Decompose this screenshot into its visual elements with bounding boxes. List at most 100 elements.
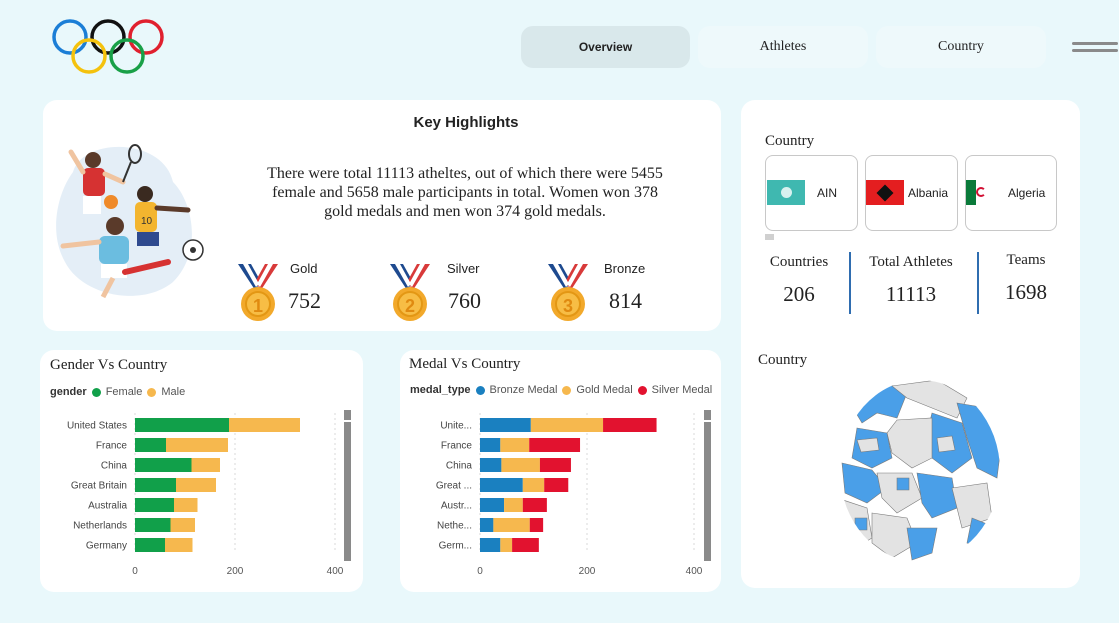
black-ring-icon — [90, 19, 126, 55]
bar-segment — [135, 538, 165, 552]
bar-segment — [530, 418, 604, 432]
country-tile-albania[interactable]: Albania — [865, 155, 958, 231]
category-label: Great ... — [436, 481, 472, 492]
legend-female-dot — [91, 387, 101, 397]
legend-gold-label: Gold Medal — [576, 384, 633, 396]
legend-bronze-dot — [475, 385, 485, 395]
legend-female-label: Female — [105, 386, 143, 398]
svg-text:10: 10 — [141, 216, 153, 227]
legend-title: medal_type — [410, 384, 471, 396]
bar-segment — [170, 518, 195, 532]
albania-flag-icon — [866, 180, 904, 205]
bar-segment — [512, 538, 539, 552]
category-label: France — [441, 441, 473, 452]
x-tick-label: 0 — [477, 566, 483, 577]
x-tick-label: 200 — [579, 566, 596, 577]
bronze-medal-stat: 3 Bronze 814 — [543, 260, 663, 324]
green-ring-icon — [109, 38, 145, 74]
tab-athletes[interactable]: Athletes — [698, 26, 868, 68]
bar-segment — [480, 458, 502, 472]
country-tile-algeria[interactable]: Algeria — [965, 155, 1057, 231]
scrollbar-thumb — [344, 422, 351, 561]
bar-segment — [500, 538, 513, 552]
silver-medal-number: 2 — [405, 296, 415, 316]
scrollbar-thumb — [704, 422, 711, 561]
bar-segment — [176, 478, 216, 492]
scrollbar-top — [704, 410, 711, 420]
kpi-athletes-label: Total Athletes — [869, 254, 953, 270]
kpi-separator — [849, 252, 851, 314]
tab-overview[interactable]: Overview — [521, 26, 690, 68]
tile-label: AIN — [817, 186, 838, 200]
bronze-value: 814 — [609, 288, 642, 313]
category-label: Great Britain — [71, 481, 127, 492]
bronze-medal-icon: 3 — [548, 264, 588, 321]
map-title: Country — [758, 352, 808, 368]
silver-medal-icon: 2 — [390, 264, 430, 321]
bar-segment — [165, 538, 193, 552]
category-label: United States — [67, 421, 127, 432]
bar-segment — [522, 498, 547, 512]
bar-segment — [480, 478, 523, 492]
bar-segment — [493, 518, 530, 532]
world-map-globe[interactable] — [837, 378, 1003, 564]
bronze-medal-number: 3 — [563, 296, 573, 316]
legend-gold-dot — [562, 385, 572, 395]
ain-flag-icon — [767, 180, 805, 205]
gold-label: Gold — [290, 261, 318, 276]
x-tick-label: 200 — [227, 566, 244, 577]
bar-segment — [135, 458, 192, 472]
x-tick-label: 0 — [132, 566, 138, 577]
tab-country[interactable]: Country — [876, 26, 1046, 68]
bar-segment — [501, 458, 540, 472]
key-highlights-card: Key Highlights 10 There were total 11113… — [43, 100, 721, 331]
bar-segment — [191, 458, 220, 472]
yellow-ring-icon — [71, 38, 107, 74]
country-tile-ain[interactable]: AIN — [765, 155, 858, 231]
bar-segment — [522, 478, 545, 492]
legend-male-dot — [147, 387, 157, 397]
legend-male-label: Male — [161, 386, 186, 398]
bar-segment — [544, 478, 569, 492]
bar-segment — [229, 418, 300, 432]
medal-chart-title: Medal Vs Country — [409, 356, 521, 372]
silver-medal-stat: 2 Silver 760 — [385, 260, 505, 324]
athletes-illustration: 10 — [56, 144, 204, 299]
category-label: Netherlands — [73, 521, 127, 532]
bar-segment — [539, 458, 571, 472]
bar-segment — [135, 498, 174, 512]
scrollbar-top — [344, 410, 351, 420]
menu-icon[interactable] — [1072, 42, 1118, 56]
category-label: Australia — [88, 501, 127, 512]
bar-segment — [135, 418, 229, 432]
bar-segment — [500, 438, 530, 452]
legend-silver-label: Silver Medal — [651, 384, 713, 396]
kpi-teams-value: 1698 — [1005, 280, 1047, 304]
category-label: Germany — [86, 541, 127, 552]
kpi-countries-label: Countries — [769, 254, 829, 270]
gold-medal-icon: 1 — [238, 264, 278, 321]
kpi-athletes-value: 11113 — [885, 282, 937, 306]
gender-chart-title: Gender Vs Country — [50, 357, 168, 373]
red-ring-icon — [128, 19, 164, 55]
legend-silver-dot — [637, 385, 647, 395]
country-slicer-title: Country — [765, 133, 815, 149]
category-label: Unite... — [440, 421, 472, 432]
medal-bar-chart: 0 200 400 Unite... France China Great ... Austr… — [436, 410, 711, 577]
gold-medal-stat: 1 Gold 752 — [233, 260, 353, 324]
tile-label: Albania — [908, 186, 949, 200]
medal-chart-legend: medal_type Bronze Medal Gold Medal Silve… — [410, 384, 712, 396]
bar-segment — [529, 438, 581, 452]
tile-label: Algeria — [1008, 186, 1046, 200]
slicer-scroll-indicator[interactable] — [765, 234, 774, 240]
bar-segment — [480, 438, 501, 452]
highlights-summary: There were total 11113 atheltes, out of … — [267, 165, 663, 220]
bar-segment — [480, 538, 501, 552]
silver-value: 760 — [448, 288, 481, 313]
bar-segment — [135, 518, 171, 532]
category-label: China — [446, 461, 473, 472]
bar-segment — [166, 438, 228, 452]
algeria-flag-icon — [966, 180, 986, 205]
bar-segment — [480, 518, 494, 532]
category-label: Germ... — [439, 541, 472, 552]
